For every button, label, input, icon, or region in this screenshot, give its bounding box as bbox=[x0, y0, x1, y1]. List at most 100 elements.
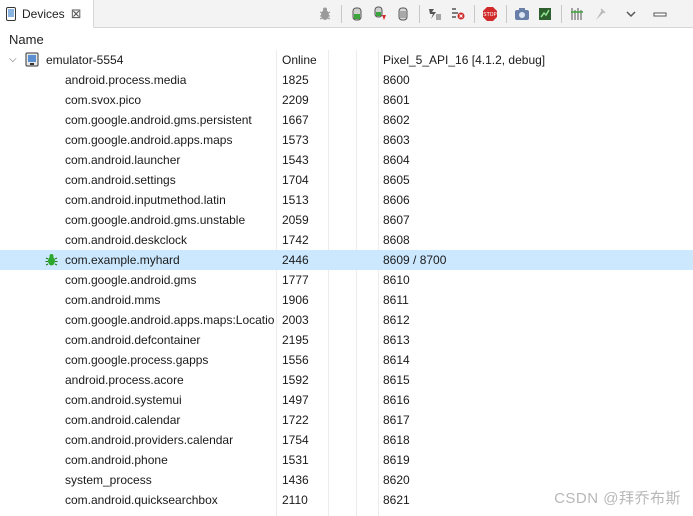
expand-toggle-icon[interactable]: ⌵ bbox=[9, 54, 19, 66]
process-row[interactable]: com.android.inputmethod.latin 1513 8606 bbox=[0, 190, 693, 210]
update-heap-button[interactable] bbox=[348, 5, 366, 23]
process-pid: 1906 bbox=[282, 293, 309, 307]
process-row[interactable]: com.google.android.apps.maps:LocationFri… bbox=[0, 310, 693, 330]
process-row[interactable]: com.example.myhard 2446 8609 / 8700 bbox=[0, 250, 693, 270]
process-row[interactable]: com.android.launcher 1543 8604 bbox=[0, 150, 693, 170]
pointer-icon bbox=[596, 8, 606, 20]
reset-adb-icon bbox=[571, 8, 583, 20]
method-profiling-button[interactable] bbox=[449, 5, 467, 23]
process-name: com.android.phone bbox=[65, 453, 168, 467]
minimize-button[interactable] bbox=[651, 5, 669, 23]
process-port: 8611 bbox=[383, 293, 409, 307]
screen-capture-button[interactable] bbox=[513, 5, 531, 23]
process-row[interactable]: com.google.android.gms 1777 8610 bbox=[0, 270, 693, 290]
devices-tree-table: Name ⌵ emulator-5554 Online Pixel_5_API_… bbox=[0, 28, 693, 516]
process-port: 8613 bbox=[383, 333, 410, 347]
hprof-icon bbox=[398, 7, 408, 21]
process-row[interactable]: com.android.defcontainer 2195 8613 bbox=[0, 330, 693, 350]
process-port: 8602 bbox=[383, 113, 410, 127]
stop-process-button[interactable]: STOP bbox=[481, 5, 499, 23]
process-row[interactable]: com.google.process.gapps 1556 8614 bbox=[0, 350, 693, 370]
process-pid: 1513 bbox=[282, 193, 309, 207]
process-row[interactable]: android.process.media 1825 8600 bbox=[0, 70, 693, 90]
dump-hprof-button[interactable] bbox=[394, 5, 412, 23]
process-port: 8604 bbox=[383, 153, 410, 167]
heap-icon bbox=[352, 7, 362, 21]
process-pid: 1556 bbox=[282, 353, 309, 367]
process-port: 8603 bbox=[383, 133, 410, 147]
process-port: 8617 bbox=[383, 413, 410, 427]
view-tab-bar: Devices ⊠ STOP bbox=[0, 0, 693, 28]
process-pid: 2003 bbox=[282, 313, 309, 327]
process-name: com.svox.pico bbox=[65, 93, 142, 107]
process-name: com.android.inputmethod.latin bbox=[65, 193, 226, 207]
process-name: com.android.mms bbox=[65, 293, 161, 307]
process-row[interactable]: com.android.systemui 1497 8616 bbox=[0, 390, 693, 410]
process-row[interactable]: com.google.android.gms.persistent 1667 860… bbox=[0, 110, 693, 130]
process-port: 8606 bbox=[383, 193, 410, 207]
process-pid: 1531 bbox=[282, 453, 309, 467]
stop-icon: STOP bbox=[483, 7, 497, 21]
toolbar-separator bbox=[341, 5, 342, 23]
camera-icon bbox=[515, 8, 529, 20]
process-pid: 2195 bbox=[282, 333, 309, 347]
process-name: com.android.quicksearchbox bbox=[65, 493, 218, 507]
process-pid: 1592 bbox=[282, 373, 309, 387]
process-port: 8605 bbox=[383, 173, 410, 187]
device-icon bbox=[6, 6, 16, 21]
device-status: Online bbox=[282, 53, 317, 67]
tab-devices-label: Devices bbox=[22, 6, 65, 21]
reset-adb-button[interactable] bbox=[568, 5, 586, 23]
device-avd: Pixel_5_API_16 [4.1.2, debug] bbox=[383, 53, 546, 67]
column-header-name[interactable]: Name bbox=[0, 32, 44, 47]
process-row[interactable]: com.svox.pico 2209 8601 bbox=[0, 90, 693, 110]
process-row[interactable]: com.android.phone 1531 8619 bbox=[0, 450, 693, 470]
process-pid: 1754 bbox=[282, 433, 309, 447]
close-tab-icon[interactable]: ⊠ bbox=[71, 7, 82, 20]
process-port: 8618 bbox=[383, 433, 410, 447]
toolbar-separator bbox=[474, 5, 475, 23]
method-profiling-icon bbox=[452, 8, 465, 20]
process-name: com.android.settings bbox=[65, 173, 176, 187]
debug-process-button[interactable] bbox=[316, 5, 334, 23]
process-name: com.android.systemui bbox=[65, 393, 182, 407]
svg-text:STOP: STOP bbox=[483, 12, 496, 18]
bug-icon bbox=[319, 7, 331, 20]
tab-devices[interactable]: Devices ⊠ bbox=[0, 0, 94, 28]
process-pid: 1573 bbox=[282, 133, 309, 147]
process-pid: 1825 bbox=[282, 73, 309, 87]
process-pid: 2110 bbox=[282, 493, 308, 507]
process-name: com.android.calendar bbox=[65, 413, 181, 427]
process-row[interactable]: com.google.android.apps.maps 1573 8603 bbox=[0, 130, 693, 150]
emulator-icon bbox=[25, 52, 39, 67]
process-name: system_process bbox=[65, 473, 152, 487]
process-name: android.process.acore bbox=[65, 373, 184, 387]
update-threads-button[interactable] bbox=[371, 5, 389, 23]
process-pid: 2209 bbox=[282, 93, 309, 107]
process-row[interactable]: com.google.android.gms.unstable 2059 8607 bbox=[0, 210, 693, 230]
process-row[interactable]: android.process.acore 1592 8615 bbox=[0, 370, 693, 390]
process-row[interactable]: com.android.mms 1906 8611 bbox=[0, 290, 693, 310]
process-row[interactable]: com.android.providers.calendar 1754 8618 bbox=[0, 430, 693, 450]
process-name: com.android.launcher bbox=[65, 153, 181, 167]
process-name: com.android.defcontainer bbox=[65, 333, 201, 347]
process-pid: 1667 bbox=[282, 113, 309, 127]
device-row[interactable]: ⌵ emulator-5554 Online Pixel_5_API_16 [4… bbox=[0, 50, 693, 70]
process-pid: 1436 bbox=[282, 473, 309, 487]
process-port: 8614 bbox=[383, 353, 410, 367]
minimize-icon bbox=[653, 12, 667, 17]
view-menu-button[interactable] bbox=[622, 5, 640, 23]
process-name: com.google.android.gms.persistent bbox=[65, 113, 252, 127]
cause-gc-button[interactable] bbox=[426, 5, 444, 23]
process-name: com.android.providers.calendar bbox=[65, 433, 234, 447]
process-row[interactable]: com.android.deskclock 1742 8608 bbox=[0, 230, 693, 250]
process-port: 8607 bbox=[383, 213, 410, 227]
process-name: com.example.myhard bbox=[65, 253, 180, 267]
process-pid: 2446 bbox=[282, 253, 309, 267]
camera-settings-button[interactable] bbox=[591, 5, 609, 23]
process-port: 8600 bbox=[383, 73, 410, 87]
process-pid: 2059 bbox=[282, 213, 309, 227]
process-row[interactable]: com.android.calendar 1722 8617 bbox=[0, 410, 693, 430]
process-row[interactable]: com.android.settings 1704 8605 bbox=[0, 170, 693, 190]
systrace-button[interactable] bbox=[536, 5, 554, 23]
